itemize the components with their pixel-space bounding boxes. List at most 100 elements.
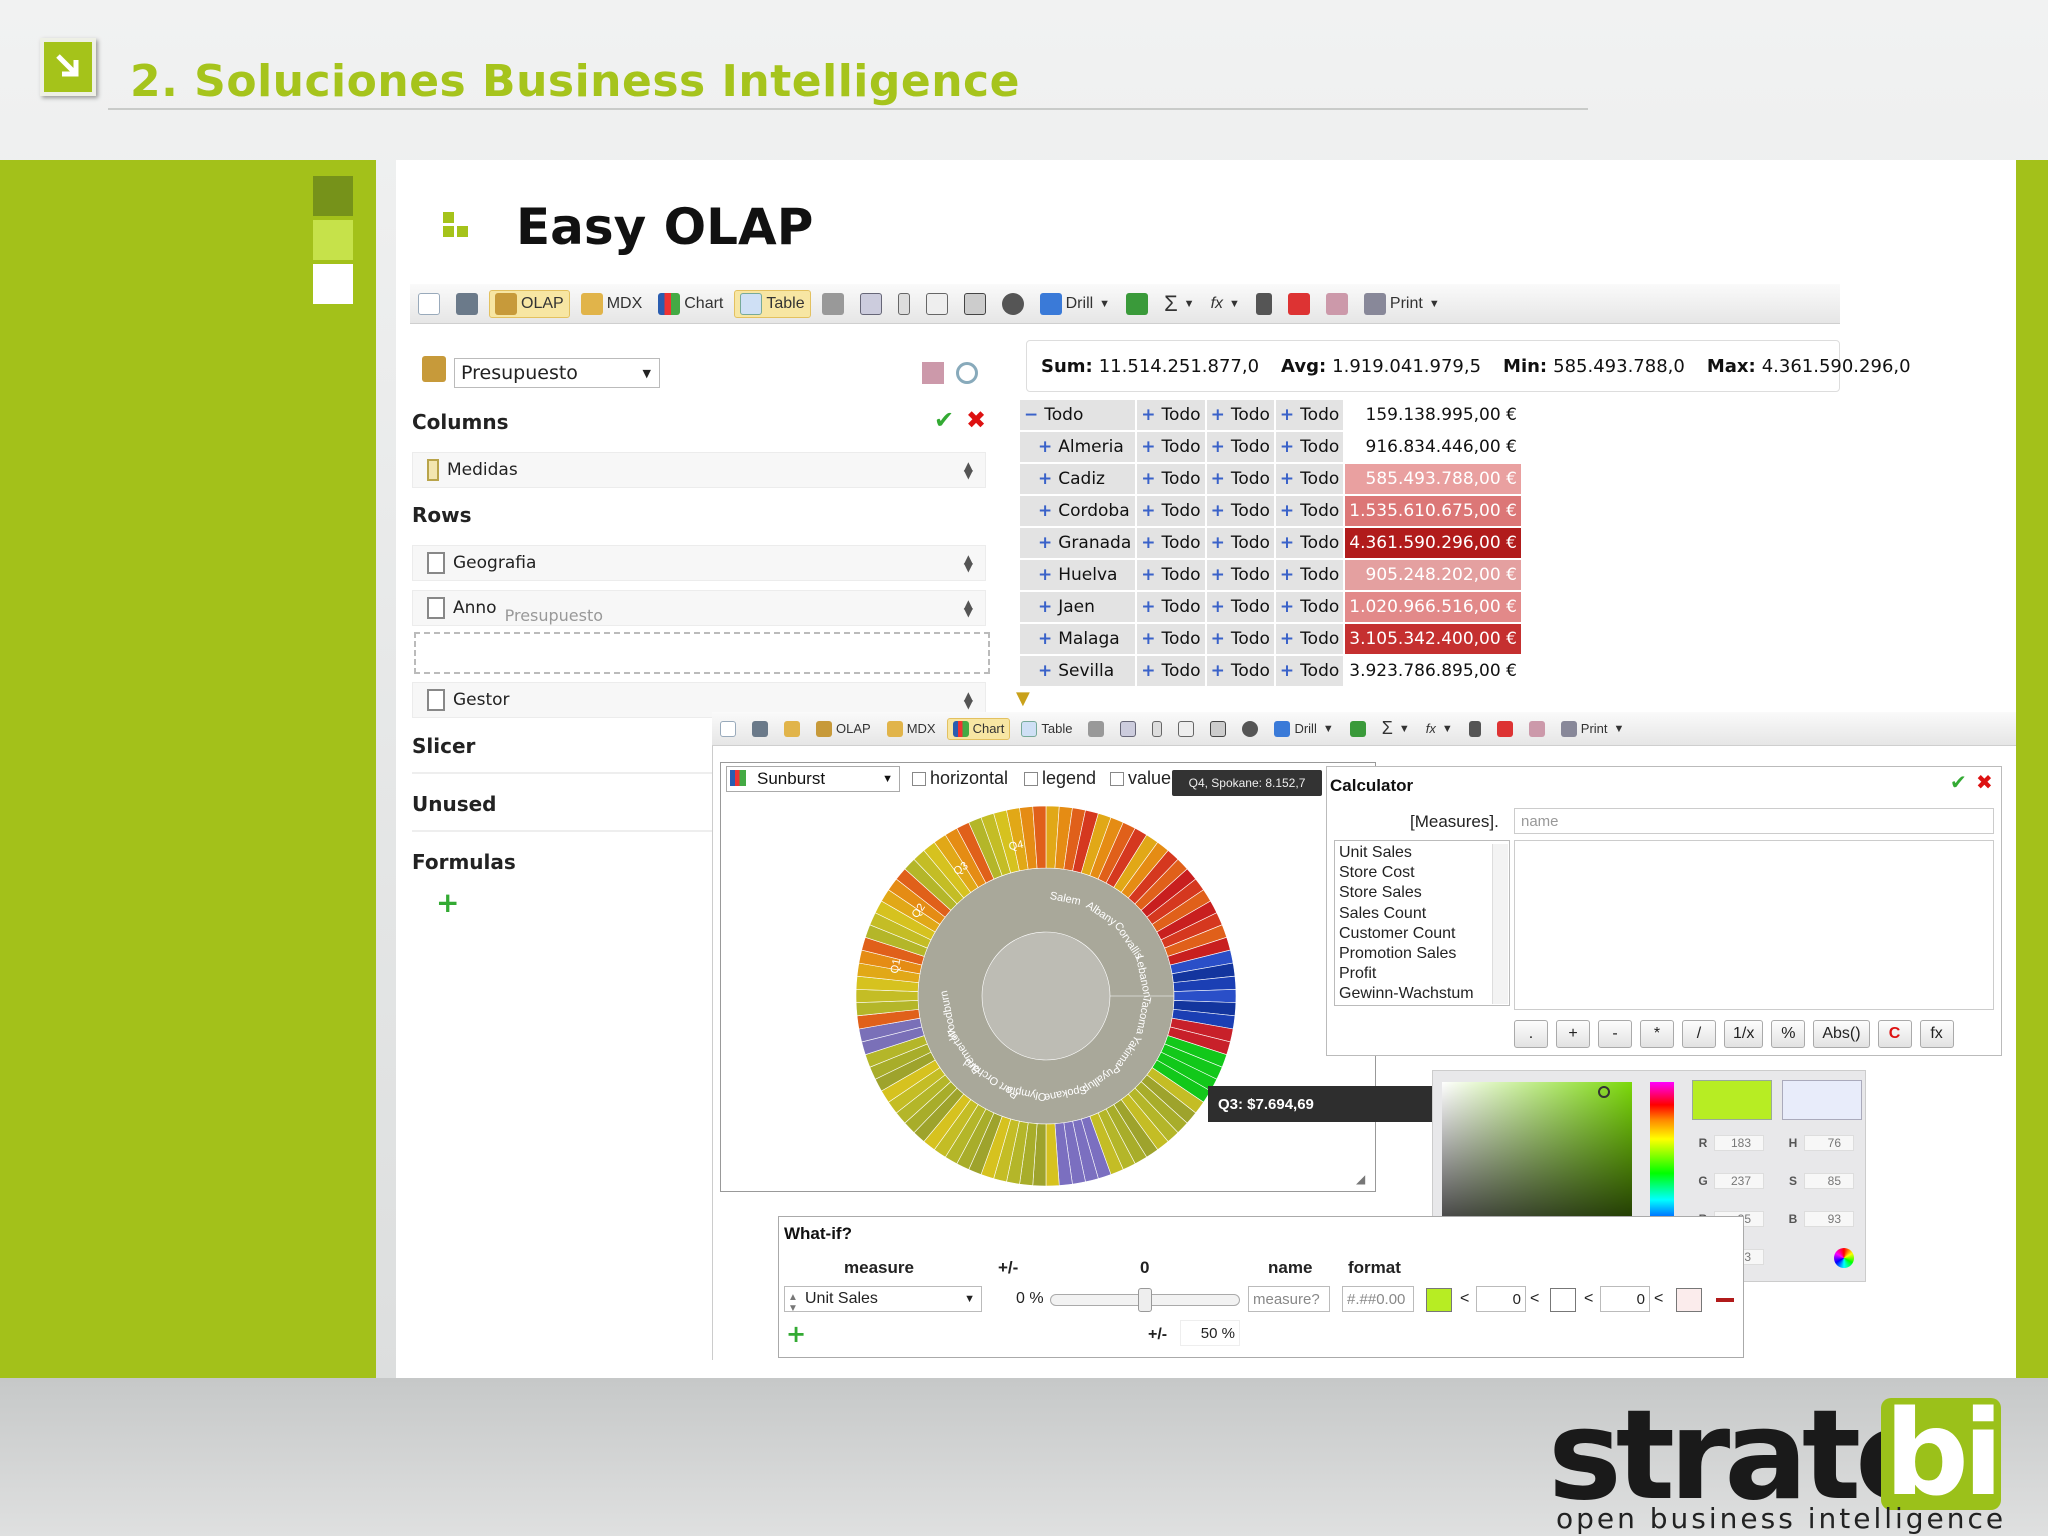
values-checkbox[interactable]: value [1110,768,1171,789]
refresh-icon[interactable] [956,362,978,384]
h-field[interactable]: H 76 [1782,1132,1854,1154]
list-item[interactable]: Profit [1339,964,1505,984]
member-cell[interactable]: + Todo [1204,558,1276,592]
filter-icon[interactable]: ▼ [1016,688,1030,709]
member-cell[interactable]: + Todo [1204,430,1276,464]
member-cell[interactable]: + Todo [1204,494,1276,528]
sunburst-chart[interactable]: SalemAlbanyCorvallisLebanonTacomaYakimaP… [846,796,1246,1196]
list-item[interactable]: Gewinn-Wachstum [1339,984,1505,1004]
drop-zone[interactable] [414,632,990,674]
sort-icon[interactable]: ▲ ▼ [964,690,973,710]
expand-icon[interactable]: + [1280,405,1294,425]
tools-icon[interactable] [1083,719,1109,739]
expand-icon[interactable]: + [1211,597,1225,617]
add-formula-icon[interactable]: + [436,886,459,919]
wand-icon[interactable] [922,362,944,384]
add-scenario-icon[interactable]: + [786,1320,806,1348]
member-cell[interactable]: + Todo [1273,494,1346,528]
g-field[interactable]: G 237 [1692,1170,1764,1192]
expand-icon[interactable]: + [1211,565,1225,585]
list-item[interactable]: Store Cost [1339,863,1505,883]
formula-name-input[interactable]: name [1514,808,1994,834]
hierarchy-icon[interactable] [855,291,887,317]
member-cell[interactable]: + Todo [1135,558,1207,592]
expand-icon[interactable]: + [1280,629,1294,649]
expand-icon[interactable]: + [1211,661,1225,681]
calc-button[interactable]: + [1556,1020,1590,1048]
expand-icon[interactable]: + [1280,501,1294,521]
close-icon[interactable]: ✖ [1976,770,1993,794]
resize-handle-icon[interactable]: ◢ [1356,1172,1365,1186]
column-icon[interactable] [1147,719,1167,739]
cube-select[interactable]: Presupuesto ▼ [454,358,660,388]
color-swatch-white[interactable] [1550,1288,1576,1312]
print-button[interactable]: Print ▼ [1556,719,1630,739]
expand-icon[interactable]: + [1280,565,1294,585]
new-doc-icon[interactable] [413,291,445,317]
member-cell[interactable]: + Todo [1135,494,1207,528]
whatif-slider-thumb[interactable] [1138,1288,1152,1312]
row-member-cell[interactable]: + Cadiz [1017,462,1138,496]
member-cell[interactable]: + Todo [1273,558,1346,592]
member-cell[interactable]: + Todo [1204,398,1276,432]
sort-icon[interactable]: ▲ ▼ [964,460,973,480]
picker-cursor-icon[interactable] [1598,1086,1610,1098]
layout-icon[interactable] [921,291,953,317]
save-icon[interactable] [747,719,773,739]
row-member-cell[interactable]: + Malaga [1017,622,1138,656]
olap-button[interactable]: OLAP [489,289,570,318]
member-cell[interactable]: + Todo [1135,398,1207,432]
rows-item-anno[interactable]: Anno Presupuesto ▲ ▼ [412,590,986,626]
row-member-cell[interactable]: + Granada [1017,526,1138,560]
whatif-icon[interactable] [1492,719,1518,739]
save-icon[interactable] [451,291,483,317]
calc-button[interactable]: - [1598,1020,1632,1048]
expand-icon[interactable]: + [1280,533,1294,553]
list-item[interactable]: Promotion Sales [1339,944,1505,964]
member-cell[interactable]: + Todo [1135,654,1207,688]
drill-button[interactable]: Drill ▼ [1269,719,1338,739]
slicer-dropzone[interactable] [412,772,742,774]
close-icon[interactable]: ✖ [966,406,986,434]
sigma-icon[interactable]: Σ ▼ [1377,716,1415,741]
table-button[interactable]: Table [734,289,811,318]
whatif-format-input[interactable]: #.##0.00 [1342,1286,1414,1312]
expand-icon[interactable]: + [1141,437,1155,457]
wand-icon[interactable] [1524,719,1550,739]
list-item[interactable]: Sales Count [1339,904,1505,924]
expand-icon[interactable]: + [1280,469,1294,489]
list-item[interactable]: Customer Count [1339,924,1505,944]
expand-icon[interactable]: + [1038,501,1052,521]
member-cell[interactable]: + Todo [1135,430,1207,464]
expand-icon[interactable]: + [1038,629,1052,649]
expand-icon[interactable]: + [1038,437,1052,457]
list-item[interactable]: Unit Sales [1339,843,1505,863]
columns-item-medidas[interactable]: Medidas ▲ ▼ [412,452,986,488]
member-cell[interactable]: + Todo [1273,398,1346,432]
check-icon[interactable]: ✔ [934,406,954,434]
expand-icon[interactable]: + [1038,565,1052,585]
chart-button[interactable]: Chart [653,291,728,317]
expand-icon[interactable]: + [1211,437,1225,457]
calc-button[interactable]: / [1682,1020,1716,1048]
list-item[interactable]: Store Sales [1339,883,1505,903]
expand-icon[interactable]: + [1141,469,1155,489]
member-cell[interactable]: + Todo [1204,526,1276,560]
expand-icon[interactable]: + [1141,597,1155,617]
fx-icon[interactable]: fx ▼ [1421,719,1458,738]
grid-icon[interactable] [1205,719,1231,739]
calc-button[interactable]: . [1514,1020,1548,1048]
expand-icon[interactable]: + [1211,501,1225,521]
v-field[interactable]: B 93 [1782,1208,1854,1230]
mdx-button[interactable]: MDX [882,719,941,739]
expand-icon[interactable]: + [1141,501,1155,521]
member-cell[interactable]: + Todo [1135,462,1207,496]
member-cell[interactable]: + Todo [1273,622,1346,656]
wand-icon[interactable] [1321,291,1353,317]
expand-icon[interactable]: + [1038,597,1052,617]
expand-icon[interactable]: + [1280,661,1294,681]
expand-icon[interactable]: + [1211,469,1225,489]
member-cell[interactable]: + Todo [1273,430,1346,464]
swap-icon[interactable] [1237,719,1263,739]
calc-button[interactable]: C [1877,1020,1912,1048]
